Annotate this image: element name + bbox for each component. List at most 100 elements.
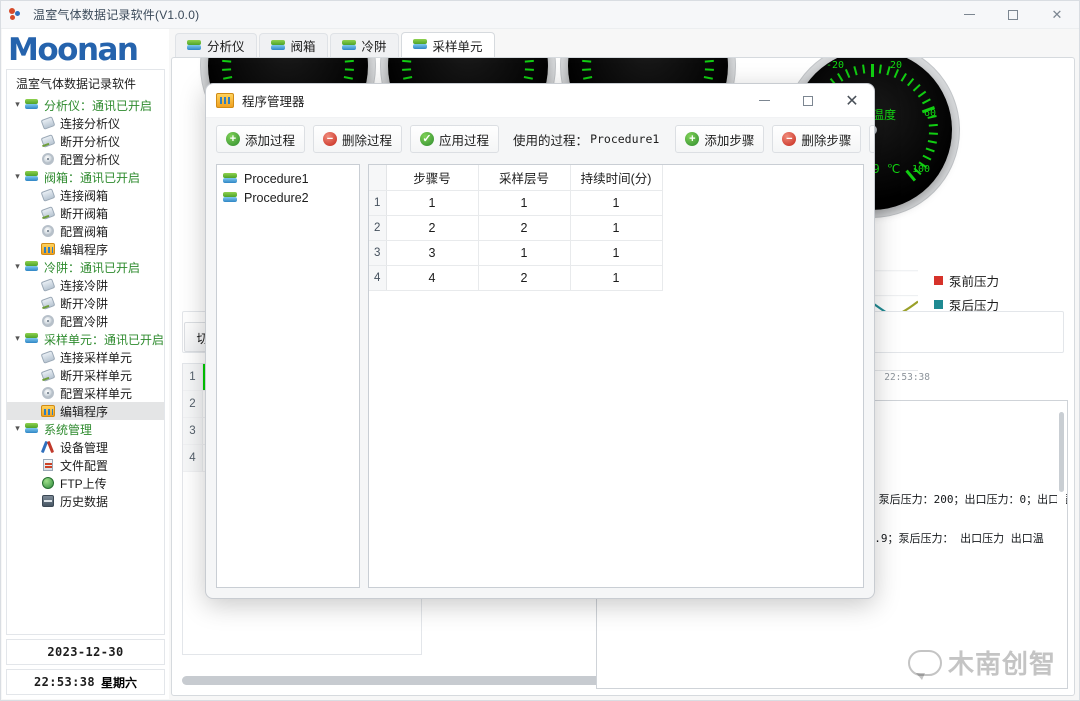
tree-node-16[interactable]: 配置采样单元 — [7, 384, 164, 402]
tree-node-9[interactable]: ▾ 冷阱：通讯已开启 — [7, 258, 164, 276]
gauge-tick — [523, 76, 533, 80]
step-cell[interactable]: 1 — [569, 239, 663, 266]
plug-icon — [40, 116, 56, 130]
procedure-item-0[interactable]: Procedure1 — [217, 169, 359, 188]
gauge-4-tick-m20: -20 — [826, 60, 845, 71]
step-cell[interactable]: 1 — [569, 264, 663, 291]
procedure-list[interactable]: Procedure1 Procedure2 — [216, 164, 360, 588]
chevron-down-icon[interactable]: ▾ — [11, 423, 24, 434]
tree-node-6[interactable]: 断开阀箱 — [7, 204, 164, 222]
step-cell[interactable]: 1 — [569, 214, 663, 241]
legend-label: 泵前压力 — [949, 274, 1000, 289]
tab-bar[interactable]: 分析仪 阀箱 冷阱 采样单元 — [171, 31, 1075, 57]
procedure-item-1[interactable]: Procedure2 — [217, 188, 359, 207]
step-table-header-0: 步骤号 — [385, 165, 479, 191]
dialog-minimize-button[interactable] — [742, 84, 786, 117]
tree-node-20[interactable]: 文件配置 — [7, 456, 164, 474]
window-close-button[interactable]: ✕ — [1035, 1, 1079, 28]
modify-step-button[interactable]: ✎ 修改步骤 — [869, 125, 874, 153]
tree-node-13[interactable]: ▾ 采样单元：通讯已开启 — [7, 330, 164, 348]
step-cell[interactable]: 1 — [569, 189, 663, 216]
tree-node-3[interactable]: 配置分析仪 — [7, 150, 164, 168]
time-display: 22:53:38 星期六 — [6, 669, 165, 695]
tab-1[interactable]: 阀箱 — [258, 33, 328, 57]
add-procedure-button[interactable]: + 添加过程 — [216, 125, 306, 153]
step-cell[interactable]: 4 — [385, 264, 479, 291]
tree-node-2[interactable]: 断开分析仪 — [7, 132, 164, 150]
chevron-down-icon[interactable]: ▾ — [11, 333, 24, 344]
window-minimize-button[interactable] — [947, 1, 991, 28]
tree-node-14[interactable]: 连接采样单元 — [7, 348, 164, 366]
tree-node-label: 系统管理 — [44, 422, 93, 437]
chevron-down-icon[interactable]: ▾ — [11, 171, 24, 182]
stack-icon — [24, 170, 40, 184]
tree-node-19[interactable]: 设备管理 — [7, 438, 164, 456]
apply-procedure-button[interactable]: ✓ 应用过程 — [410, 125, 500, 153]
add-step-label: 添加步骤 — [704, 133, 755, 148]
step-table-area[interactable]: 步骤号 采样层号 持续时间(分) 1111222133114421 — [368, 164, 864, 588]
legend-swatch — [934, 275, 943, 285]
chevron-down-icon[interactable]: ▾ — [11, 261, 24, 272]
step-row-index: 4 — [369, 264, 387, 291]
tree-node-22[interactable]: 历史数据 — [7, 492, 164, 510]
tab-0[interactable]: 分析仪 — [175, 33, 257, 57]
log-scroll-thumb[interactable] — [1059, 412, 1064, 492]
chevron-down-icon[interactable]: ▾ — [11, 99, 24, 110]
used-procedure-value: Procedure1 — [590, 132, 660, 146]
stack-icon — [24, 422, 40, 436]
step-cell[interactable]: 2 — [385, 214, 479, 241]
tree-node-7[interactable]: 配置阀箱 — [7, 222, 164, 240]
step-cell[interactable]: 2 — [477, 214, 571, 241]
tree-node-4[interactable]: ▾ 阀箱：通讯已开启 — [7, 168, 164, 186]
step-table-row[interactable]: 3311 — [369, 239, 663, 266]
step-table[interactable]: 步骤号 采样层号 持续时间(分) 1111222133114421 — [369, 165, 663, 291]
window-maximize-button[interactable] — [991, 1, 1035, 28]
window-title: 温室气体数据记录软件(V1.0.0) — [33, 8, 200, 22]
gauge-tick — [344, 68, 354, 71]
step-cell[interactable]: 1 — [385, 189, 479, 216]
tree-node-8[interactable]: 编辑程序 — [7, 240, 164, 258]
dialog-maximize-button[interactable] — [786, 84, 830, 117]
step-table-row[interactable]: 2221 — [369, 214, 663, 241]
tree-node-21[interactable]: FTP上传 — [7, 474, 164, 492]
tab-2[interactable]: 冷阱 — [329, 33, 399, 57]
tree-node-5[interactable]: 连接阀箱 — [7, 186, 164, 204]
tree-node-18[interactable]: ▾ 系统管理 — [7, 420, 164, 438]
add-step-button[interactable]: + 添加步骤 — [675, 125, 765, 153]
step-cell[interactable]: 2 — [477, 264, 571, 291]
delete-step-button[interactable]: − 删除步骤 — [772, 125, 862, 153]
program-manager-dialog: 程序管理器 ✕ + 添加过程 − 删除过程 ✓ 应用过程 使用的过程： Proc… — [205, 83, 875, 599]
log-scrollbar[interactable] — [1057, 402, 1066, 687]
delete-procedure-button[interactable]: − 删除过程 — [313, 125, 403, 153]
dialog-close-button[interactable]: ✕ — [830, 84, 874, 117]
tab-3[interactable]: 采样单元 — [400, 32, 495, 57]
dialog-body: Procedure1 Procedure2 步骤号 采样层号 持续时间(分) 1111… — [216, 164, 864, 588]
tab-label: 阀箱 — [290, 40, 316, 54]
step-cell[interactable]: 3 — [385, 239, 479, 266]
gauge-tick — [928, 123, 938, 127]
step-table-row[interactable]: 4421 — [369, 264, 663, 291]
navigation-tree[interactable]: 温室气体数据记录软件 ▾ 分析仪：通讯已开启 连接分析仪 断开分析仪 配置分析仪 ▾ 阀箱：… — [6, 69, 165, 635]
gauge-tick — [878, 64, 882, 74]
tree-node-1[interactable]: 连接分析仪 — [7, 114, 164, 132]
tree-node-11[interactable]: 断开冷阱 — [7, 294, 164, 312]
gear-icon — [40, 152, 56, 166]
gauge-tick — [704, 68, 714, 71]
gear-icon — [40, 314, 56, 328]
legend-swatch — [934, 299, 943, 309]
tree-node-17[interactable]: 编辑程序 — [7, 402, 164, 420]
tree-node-15[interactable]: 断开采样单元 — [7, 366, 164, 384]
gauge-tick — [837, 72, 844, 82]
tree-node-12[interactable]: 配置冷阱 — [7, 312, 164, 330]
tree-node-label: 采样单元：通讯已开启 — [44, 332, 165, 347]
step-cell[interactable]: 1 — [477, 239, 571, 266]
gauge-tick — [844, 69, 851, 79]
tree-node-label: 配置冷阱 — [60, 314, 109, 329]
tree-node-10[interactable]: 连接冷阱 — [7, 276, 164, 294]
tree-node-0[interactable]: ▾ 分析仪：通讯已开启 — [7, 96, 164, 114]
step-cell[interactable]: 1 — [477, 189, 571, 216]
gauge-tick — [921, 98, 931, 105]
gauge-tick — [912, 83, 921, 92]
gauge-tick — [928, 132, 938, 135]
step-table-row[interactable]: 1111 — [369, 189, 663, 216]
